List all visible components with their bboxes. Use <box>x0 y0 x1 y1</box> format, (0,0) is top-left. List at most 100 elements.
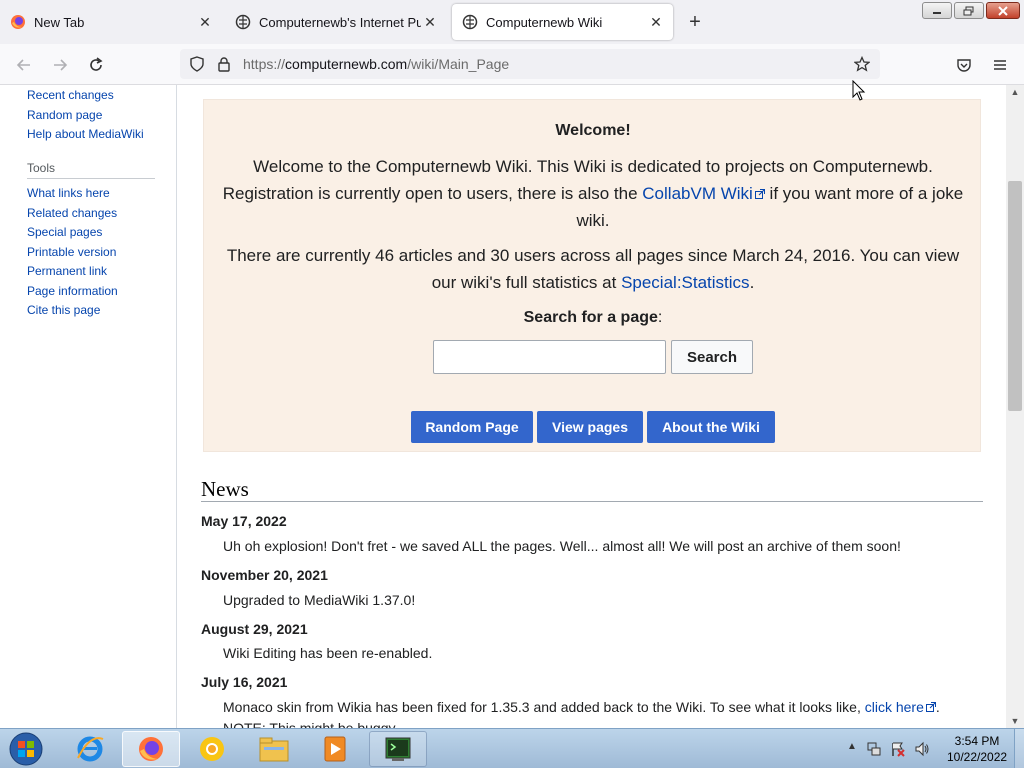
clock-time[interactable]: 3:54 PM <box>947 734 1007 748</box>
text: . <box>749 273 755 292</box>
taskbar-internet-explorer[interactable] <box>61 731 119 767</box>
sidebar-link-what-links-here[interactable]: What links here <box>27 186 110 200</box>
reload-icon <box>90 57 103 71</box>
taskbar-media-player[interactable] <box>306 731 364 767</box>
tab-title: New Tab <box>34 14 85 30</box>
close-icon[interactable]: ✕ <box>647 13 665 31</box>
back-button[interactable] <box>11 52 37 78</box>
mouse-cursor-icon <box>852 80 866 101</box>
pocket-icon <box>957 59 971 72</box>
shield-icon[interactable] <box>189 56 205 72</box>
url-protocol: https:// <box>243 56 286 72</box>
taskbar-chrome[interactable] <box>183 731 241 767</box>
sidebar-link-special-pages[interactable]: Special pages <box>27 225 102 239</box>
url-domain: computernewb.com <box>285 56 408 72</box>
tab-new-tab[interactable]: New Tab ✕ <box>0 4 222 40</box>
restore-button[interactable] <box>954 2 984 19</box>
wiki-sidebar: Recent changes Random page Help about Me… <box>0 85 177 728</box>
search-input[interactable] <box>433 340 666 374</box>
tab-internet-pub[interactable]: Computernewb's Internet Pub ✕ <box>225 4 447 40</box>
taskbar-terminal[interactable] <box>369 731 427 767</box>
window-controls <box>922 2 1020 19</box>
special-statistics-link[interactable]: Special:Statistics <box>621 273 750 292</box>
minimize-button[interactable] <box>922 2 952 19</box>
bookmark-star-icon[interactable] <box>854 56 870 72</box>
text: our wiki's full statistics at <box>431 273 622 292</box>
taskbar-file-explorer[interactable] <box>245 731 303 767</box>
sidebar-link-related-changes[interactable]: Related changes <box>27 206 117 220</box>
url-path: /wiki/Main_Page <box>407 56 510 72</box>
tab-strip: New Tab ✕ Computernewb's Internet Pub ✕ … <box>0 0 1024 44</box>
news-date: November 20, 2021 <box>201 567 328 583</box>
taskbar-firefox[interactable] <box>122 731 180 767</box>
internet-explorer-icon <box>77 736 104 762</box>
welcome-text-line: Registration is currently open to users,… <box>204 184 982 204</box>
windows-taskbar: ▲ 3:54 PM 10/22/2022 <box>0 728 1024 768</box>
news-text: Upgraded to MediaWiki 1.37.0! <box>223 592 416 608</box>
restore-icon <box>963 6 974 15</box>
close-window-button[interactable] <box>986 2 1020 19</box>
tab-computernewb-wiki[interactable]: Computernewb Wiki ✕ <box>452 4 673 40</box>
back-arrow-icon <box>16 59 30 71</box>
sidebar-link-page-information[interactable]: Page information <box>27 284 118 298</box>
scrollbar-thumb[interactable] <box>1008 181 1022 411</box>
text: if you want more of a joke <box>764 184 964 203</box>
windows-start-orb-icon <box>9 732 43 766</box>
minimize-icon <box>933 11 941 14</box>
system-tray: ▲ 3:54 PM 10/22/2022 <box>842 729 1024 768</box>
volume-icon[interactable] <box>914 741 930 757</box>
action-center-flag-icon[interactable] <box>890 741 906 757</box>
wiki-puzzle-icon <box>235 14 251 30</box>
sidebar-link-random-page[interactable]: Random page <box>27 108 102 122</box>
welcome-text-line: Welcome to the Computernewb Wiki. This W… <box>253 157 933 176</box>
sidebar-link-cite-this-page[interactable]: Cite this page <box>27 303 100 317</box>
forward-button[interactable] <box>47 52 73 78</box>
clock-date[interactable]: 10/22/2022 <box>947 750 1007 764</box>
firefox-icon <box>139 737 163 761</box>
view-pages-button[interactable]: View pages <box>537 411 643 443</box>
chrome-icon <box>200 737 224 761</box>
terminal-icon <box>385 737 411 761</box>
wiki-puzzle-icon <box>462 14 478 30</box>
vertical-scrollbar[interactable]: ▲ ▼ <box>1006 85 1024 728</box>
screen: New Tab ✕ Computernewb's Internet Pub ✕ … <box>0 0 1024 768</box>
scroll-up-arrow[interactable]: ▲ <box>1006 85 1024 99</box>
lock-icon[interactable] <box>217 56 231 72</box>
link-text: CollabVM Wiki <box>642 184 753 203</box>
random-page-button[interactable]: Random Page <box>411 411 533 443</box>
tools-heading: Tools <box>27 161 56 175</box>
menu-button[interactable] <box>987 52 1013 78</box>
click-here-link[interactable]: click here <box>865 699 936 715</box>
new-tab-button[interactable]: + <box>684 11 706 33</box>
divider <box>201 501 983 502</box>
sidebar-link-printable-version[interactable]: Printable version <box>27 245 116 259</box>
url-bar[interactable]: https://computernewb.com/wiki/Main_Page <box>180 49 880 79</box>
news-date: August 29, 2021 <box>201 621 308 637</box>
sidebar-link-recent-changes[interactable]: Recent changes <box>27 88 114 102</box>
show-desktop-button[interactable] <box>1014 729 1024 768</box>
divider <box>27 178 155 179</box>
url-text[interactable]: https://computernewb.com/wiki/Main_Page <box>243 56 509 72</box>
search-button[interactable]: Search <box>671 340 753 374</box>
network-icon[interactable] <box>866 741 882 757</box>
tab-title: Computernewb's Internet Pub <box>259 14 421 30</box>
link-text: click here <box>864 699 924 715</box>
scroll-down-arrow[interactable]: ▼ <box>1006 714 1024 728</box>
reload-button[interactable] <box>83 52 109 78</box>
external-link-icon <box>925 702 936 712</box>
close-icon[interactable]: ✕ <box>196 13 214 31</box>
sidebar-link-help[interactable]: Help about MediaWiki <box>27 127 144 141</box>
about-wiki-button[interactable]: About the Wiki <box>647 411 775 443</box>
page-content: Recent changes Random page Help about Me… <box>0 85 1024 728</box>
start-button[interactable] <box>6 730 46 768</box>
welcome-title: Welcome! <box>555 122 631 139</box>
pocket-button[interactable] <box>951 52 977 78</box>
hamburger-menu-icon <box>994 60 1006 70</box>
sidebar-link-permanent-link[interactable]: Permanent link <box>27 264 107 278</box>
show-hidden-icons-icon[interactable]: ▲ <box>844 741 860 757</box>
collabvm-wiki-link[interactable]: CollabVM Wiki <box>642 184 765 203</box>
search-label-text: Search for a page <box>523 309 658 326</box>
news-date: July 16, 2021 <box>201 674 288 690</box>
close-icon[interactable]: ✕ <box>421 13 439 31</box>
main-article: Welcome! Welcome to the Computernewb Wik… <box>178 85 1006 728</box>
